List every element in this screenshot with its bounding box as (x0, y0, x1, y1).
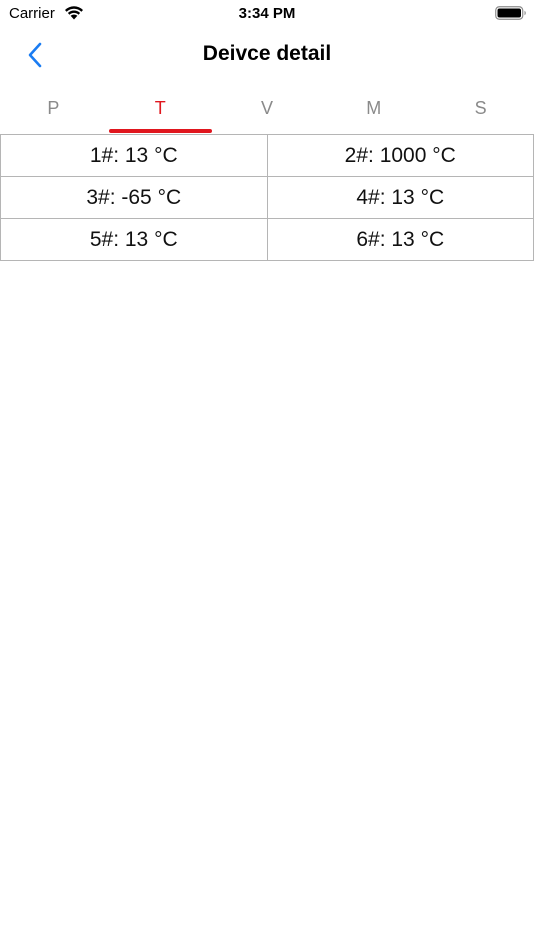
battery-full-icon (495, 6, 526, 20)
reading-cell: 2#: 1000 °C (266, 135, 534, 176)
tab-s[interactable]: S (427, 88, 534, 134)
readings-grid: 1#: 13 °C 2#: 1000 °C 3#: -65 °C 4#: 13 … (0, 134, 534, 261)
reading-cell: 6#: 13 °C (266, 219, 534, 260)
status-time: 3:34 PM (238, 5, 296, 22)
page-title: Deivce detail (202, 42, 332, 65)
grid-row: 3#: -65 °C 4#: 13 °C (0, 177, 534, 219)
tab-m[interactable]: M (320, 88, 427, 134)
reading-cell: 5#: 13 °C (0, 219, 267, 260)
grid-row: 1#: 13 °C 2#: 1000 °C (0, 135, 534, 177)
tab-t[interactable]: T (107, 88, 214, 134)
reading-cell: 4#: 13 °C (266, 177, 534, 218)
tab-p[interactable]: P (0, 88, 107, 134)
navigation-bar: Deivce detail (0, 28, 534, 80)
reading-cell: 1#: 13 °C (0, 135, 267, 176)
tab-v[interactable]: V (214, 88, 321, 134)
tab-bar: P T V M S (0, 88, 534, 134)
status-bar: Carrier 3:34 PM (0, 0, 534, 28)
reading-cell: 3#: -65 °C (0, 177, 267, 218)
active-tab-indicator (109, 129, 212, 133)
grid-row: 5#: 13 °C 6#: 13 °C (0, 219, 534, 261)
